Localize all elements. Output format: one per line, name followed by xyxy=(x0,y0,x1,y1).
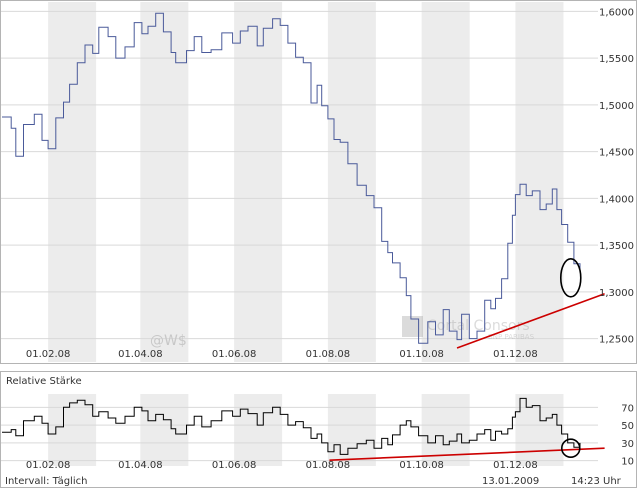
x-tick-label: 01.02.08 xyxy=(26,349,71,360)
y-tick-label: 1,3500 xyxy=(599,241,634,252)
x-tick-label: 01.12.08 xyxy=(493,460,538,471)
date-band xyxy=(515,394,564,466)
y-tick-label: 10 xyxy=(621,457,634,468)
x-tick-label: 01.10.08 xyxy=(399,460,444,471)
x-tick-label: 01.08.08 xyxy=(306,460,351,471)
date-band xyxy=(327,2,376,362)
x-tick-label: 01.12.08 xyxy=(493,349,538,360)
y-tick-label: 30 xyxy=(621,439,634,450)
x-tick-label: 01.02.08 xyxy=(26,460,71,471)
date-band xyxy=(234,394,283,466)
y-tick-label: 50 xyxy=(621,421,634,432)
date-band xyxy=(140,2,189,362)
y-tick-label: 70 xyxy=(621,403,634,414)
y-tick-label: 1,4000 xyxy=(599,194,634,205)
rs-panel-title: Relative Stärke xyxy=(6,376,82,387)
chart-container: @W$ Cortal Consors BNP PARIBAS 01.02.08 0… xyxy=(0,0,640,492)
footer-time: 14:23 Uhr xyxy=(571,476,622,487)
x-tick-label: 01.08.08 xyxy=(306,349,351,360)
interval-label: Intervall: Täglich xyxy=(5,476,87,487)
y-tick-label: 1,4500 xyxy=(599,148,634,159)
date-band xyxy=(327,394,376,466)
x-tick-label: 01.06.08 xyxy=(212,349,257,360)
x-tick-label: 01.10.08 xyxy=(399,349,444,360)
x-tick-label: 01.04.08 xyxy=(118,460,163,471)
watermark-text: @W$ xyxy=(150,333,187,349)
y-tick-label: 1,5500 xyxy=(599,54,634,65)
x-tick-label: 01.06.08 xyxy=(212,460,257,471)
date-band xyxy=(48,2,97,362)
y-tick-label: 1,6000 xyxy=(599,7,634,18)
y-tick-label: 1,2500 xyxy=(599,335,634,346)
date-band xyxy=(421,2,470,362)
x-tick-label: 01.04.08 xyxy=(118,349,163,360)
footer-date: 13.01.2009 xyxy=(482,476,539,487)
date-band xyxy=(515,2,564,362)
date-band xyxy=(140,394,189,466)
y-tick-label: 1,3000 xyxy=(599,288,634,299)
chart-svg: @W$ Cortal Consors BNP PARIBAS 01.02.08 0… xyxy=(0,0,637,488)
y-tick-label: 1,5000 xyxy=(599,101,634,112)
date-band xyxy=(234,2,283,362)
